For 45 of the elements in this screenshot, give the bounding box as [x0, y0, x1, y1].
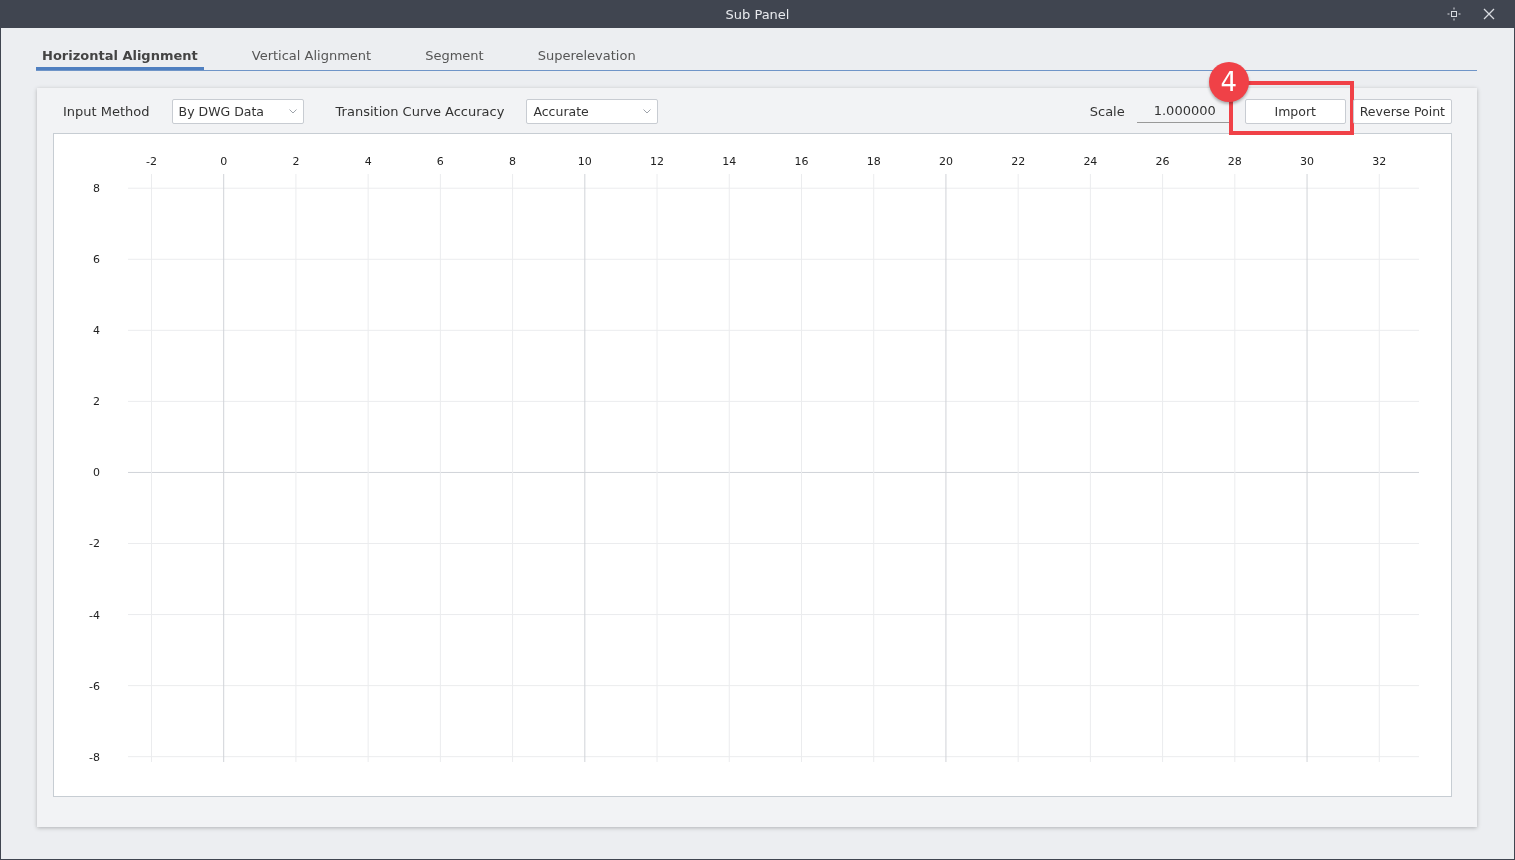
scale-field[interactable]: 1.000000 [1136, 99, 1233, 123]
field-label: Input Method [63, 103, 150, 119]
window-title: Sub Panel [725, 6, 790, 22]
dropdown[interactable]: Accurate [526, 98, 659, 124]
x-tick-label: 30 [1300, 155, 1315, 168]
x-tick-label: 8 [509, 155, 517, 168]
y-tick-label: 2 [93, 395, 100, 409]
x-tick-label: -2 [146, 155, 157, 168]
tab[interactable]: Vertical Alignment [245, 44, 378, 70]
button[interactable]: Reverse Point [1352, 98, 1452, 124]
x-tick-label: 4 [364, 155, 372, 168]
close-icon[interactable] [1483, 8, 1495, 20]
x-tick-label: 2 [292, 155, 300, 168]
y-tick-label: -4 [89, 608, 100, 622]
x-tick-label: 18 [866, 155, 881, 168]
y-tick-label: 6 [93, 253, 100, 267]
y-tick-label: 4 [93, 324, 100, 338]
x-tick-label: 20 [938, 155, 953, 168]
tab[interactable]: Superelevation [531, 44, 642, 70]
chevron-down-icon [288, 108, 297, 114]
tab[interactable]: Horizontal Alignment [36, 44, 204, 70]
move-icon[interactable] [1447, 7, 1461, 21]
x-tick-label: 0 [220, 155, 228, 168]
chevron-down-icon [643, 108, 652, 114]
x-tick-label: 14 [722, 155, 737, 168]
button[interactable]: Import [1244, 98, 1346, 124]
y-tick-label: -6 [89, 679, 100, 693]
x-tick-label: 6 [436, 155, 444, 168]
x-tick-label: 10 [577, 155, 592, 168]
field-label: Transition Curve Accuracy [335, 103, 505, 119]
x-tick-label: 12 [650, 155, 665, 168]
x-tick-label: 16 [794, 155, 809, 168]
x-tick-label: 22 [1011, 155, 1026, 168]
y-tick-label: -2 [89, 537, 100, 551]
x-tick-label: 24 [1083, 155, 1098, 168]
step-badge: 4 [1208, 61, 1249, 102]
y-tick-label: 8 [93, 182, 100, 196]
x-tick-label: 28 [1227, 155, 1242, 168]
scale-label: Scale [1089, 103, 1125, 119]
y-tick-label: -8 [89, 750, 100, 764]
x-tick-label: 26 [1155, 155, 1170, 168]
tab[interactable]: Segment [419, 44, 490, 70]
dropdown[interactable]: By DWG Data [171, 98, 304, 124]
x-tick-label: 32 [1372, 155, 1387, 168]
y-tick-label: 0 [93, 466, 100, 480]
